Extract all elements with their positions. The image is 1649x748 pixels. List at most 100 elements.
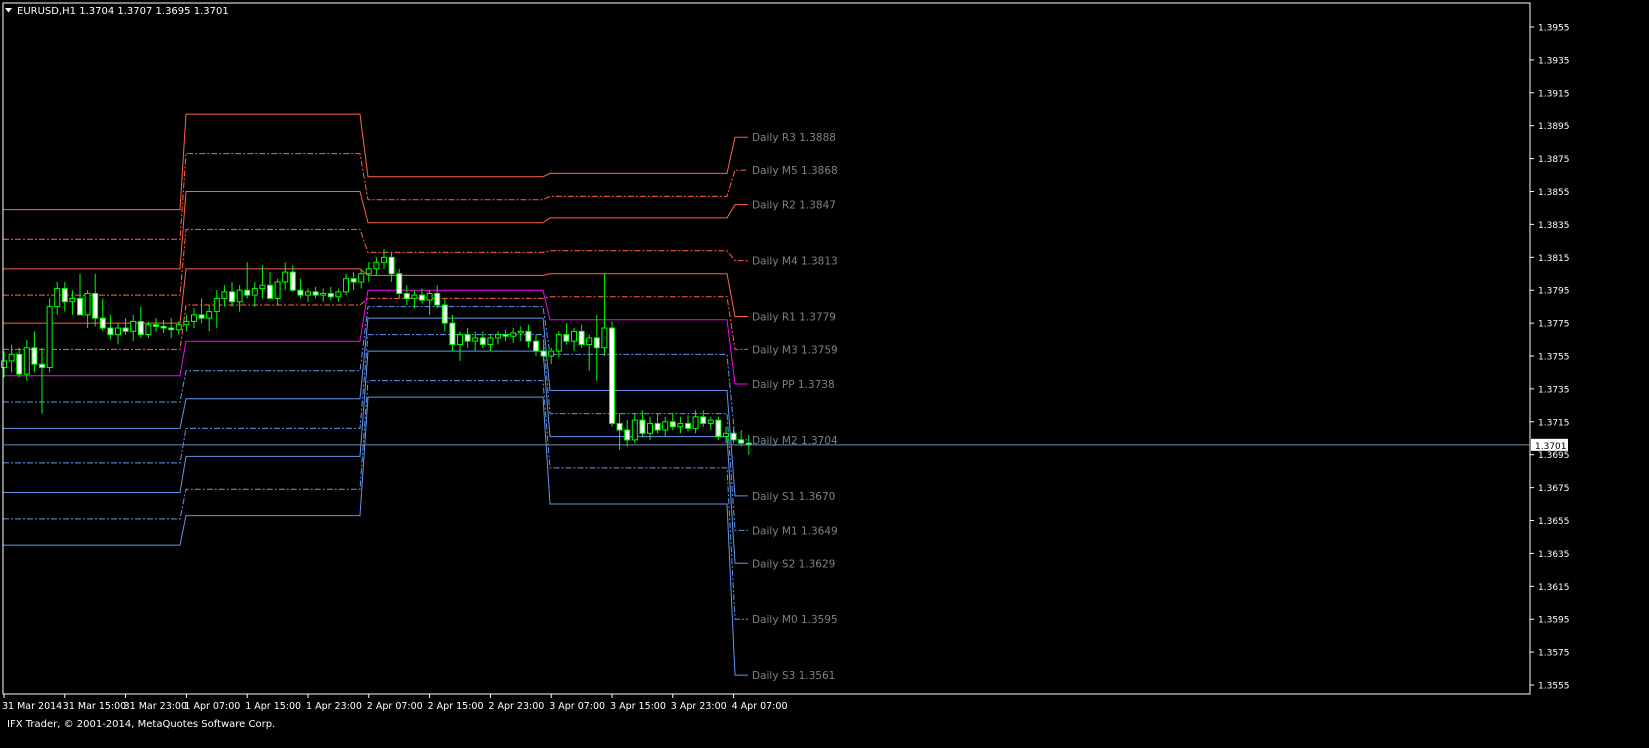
y-tick-label: 1.3655: [1538, 517, 1570, 527]
candle-body: [130, 320, 137, 332]
candle-body: [548, 350, 555, 357]
pivot-label-r1: Daily R1 1.3779: [752, 312, 836, 324]
candle-body: [495, 334, 501, 339]
pivot-label-s1: Daily S1 1.3670: [752, 491, 835, 503]
candle-body: [707, 419, 714, 424]
symbol-header: EURUSD,H1 1.3704 1.3707 1.3695 1.3701: [17, 6, 229, 17]
candle-body: [297, 289, 304, 296]
candle-body: [305, 291, 311, 296]
y-tick-label: 1.3635: [1538, 550, 1570, 560]
candle-body: [267, 284, 273, 299]
candle-body: [669, 421, 676, 428]
candle-body: [540, 350, 547, 357]
candle-body: [388, 256, 395, 275]
candle-body: [738, 439, 745, 444]
candle-body: [662, 421, 669, 431]
pivot-label-pp: Daily PP 1.3738: [752, 379, 835, 391]
candle-body: [441, 304, 448, 324]
candle-body: [229, 291, 235, 303]
candle-body: [479, 337, 486, 345]
candle-body: [510, 332, 517, 337]
x-tick-label: 2 Apr 15:00: [428, 701, 484, 712]
candle-body: [601, 327, 608, 349]
candle-body: [426, 292, 433, 301]
candle-body: [715, 419, 722, 438]
pivot-label-s2: Daily S2 1.3629: [752, 558, 835, 570]
candle-body: [487, 337, 494, 345]
candle-body: [343, 278, 349, 293]
x-tick-label: 31 Mar 15:00: [63, 701, 126, 712]
x-tick-label: 3 Apr 23:00: [671, 701, 727, 712]
candle-body: [631, 419, 638, 441]
y-tick-label: 1.3775: [1538, 320, 1570, 330]
candle-body: [107, 327, 114, 336]
pivot-label-m3: Daily M3 1.3759: [752, 344, 838, 356]
pivot-label-r2: Daily R2 1.3847: [752, 200, 836, 212]
candle-body: [183, 320, 190, 326]
x-tick-label: 3 Apr 15:00: [610, 701, 666, 712]
pivot-label-m5: Daily M5 1.3868: [752, 165, 838, 177]
candle-body: [449, 322, 456, 345]
candle-body: [457, 334, 463, 345]
candle-body: [700, 416, 707, 424]
candle-body: [571, 330, 577, 342]
candle-body: [251, 288, 258, 296]
candle-body: [213, 297, 220, 313]
candle-body: [92, 292, 99, 319]
candle-body: [517, 330, 524, 334]
y-tick-label: 1.3675: [1538, 484, 1570, 494]
candle-body: [654, 422, 661, 431]
candle-body: [175, 324, 182, 331]
candle-body: [616, 422, 623, 431]
candle-body: [647, 422, 653, 434]
candle-body: [327, 292, 334, 298]
x-tick-label: 1 Apr 23:00: [306, 701, 362, 712]
candle-body: [69, 297, 76, 303]
pivot-label-m4: Daily M4 1.3813: [752, 256, 838, 268]
candle-body: [191, 314, 197, 322]
candle-body: [525, 330, 532, 342]
price-chart[interactable]: Daily R3 1.3888 Daily M5 1.3868 Daily R2 1…: [0, 0, 1649, 748]
candle-body: [639, 419, 646, 434]
y-tick-label: 1.3555: [1538, 682, 1570, 692]
candle-body: [46, 306, 53, 369]
candle-body: [419, 294, 425, 301]
chart-background: [0, 0, 1649, 748]
y-tick-label: 1.3595: [1538, 616, 1570, 626]
candle-body: [39, 363, 45, 369]
candle-body: [723, 432, 729, 438]
candle-body: [61, 288, 68, 303]
candle-body: [434, 292, 441, 306]
candle-body: [153, 324, 159, 327]
candle-body: [221, 291, 228, 299]
candle-body: [381, 256, 387, 263]
x-tick-label: 2 Apr 23:00: [488, 701, 544, 712]
candle-body: [593, 337, 600, 349]
candle-body: [8, 353, 15, 362]
candle-body: [31, 347, 38, 365]
y-tick-label: 1.3615: [1538, 583, 1570, 593]
y-tick-label: 1.3835: [1538, 221, 1570, 231]
candle-body: [312, 291, 319, 296]
y-tick-label: 1.3855: [1538, 188, 1570, 198]
candle-body: [533, 340, 539, 352]
candle-body: [1, 360, 7, 369]
candle-body: [16, 353, 23, 375]
y-tick-label: 1.3755: [1538, 353, 1570, 363]
candle-body: [677, 422, 684, 428]
candle-body: [685, 422, 691, 429]
candle-body: [122, 327, 129, 332]
chart-header[interactable]: EURUSD,H1 1.3704 1.3707 1.3695 1.3701: [5, 6, 229, 17]
candle-body: [320, 292, 327, 296]
y-tick-label: 1.3875: [1538, 155, 1570, 165]
candle-body: [99, 317, 106, 329]
candle-body: [578, 330, 585, 345]
candle-body: [464, 334, 471, 342]
candle-body: [244, 289, 251, 296]
candle-body: [335, 291, 342, 298]
copyright-footer: IFX Trader, © 2001-2014, MetaQuotes Soft…: [7, 719, 275, 730]
y-tick-label: 1.3695: [1538, 451, 1570, 461]
candle-body: [77, 297, 83, 316]
candle-body: [198, 314, 205, 319]
y-tick-label: 1.3795: [1538, 287, 1570, 297]
